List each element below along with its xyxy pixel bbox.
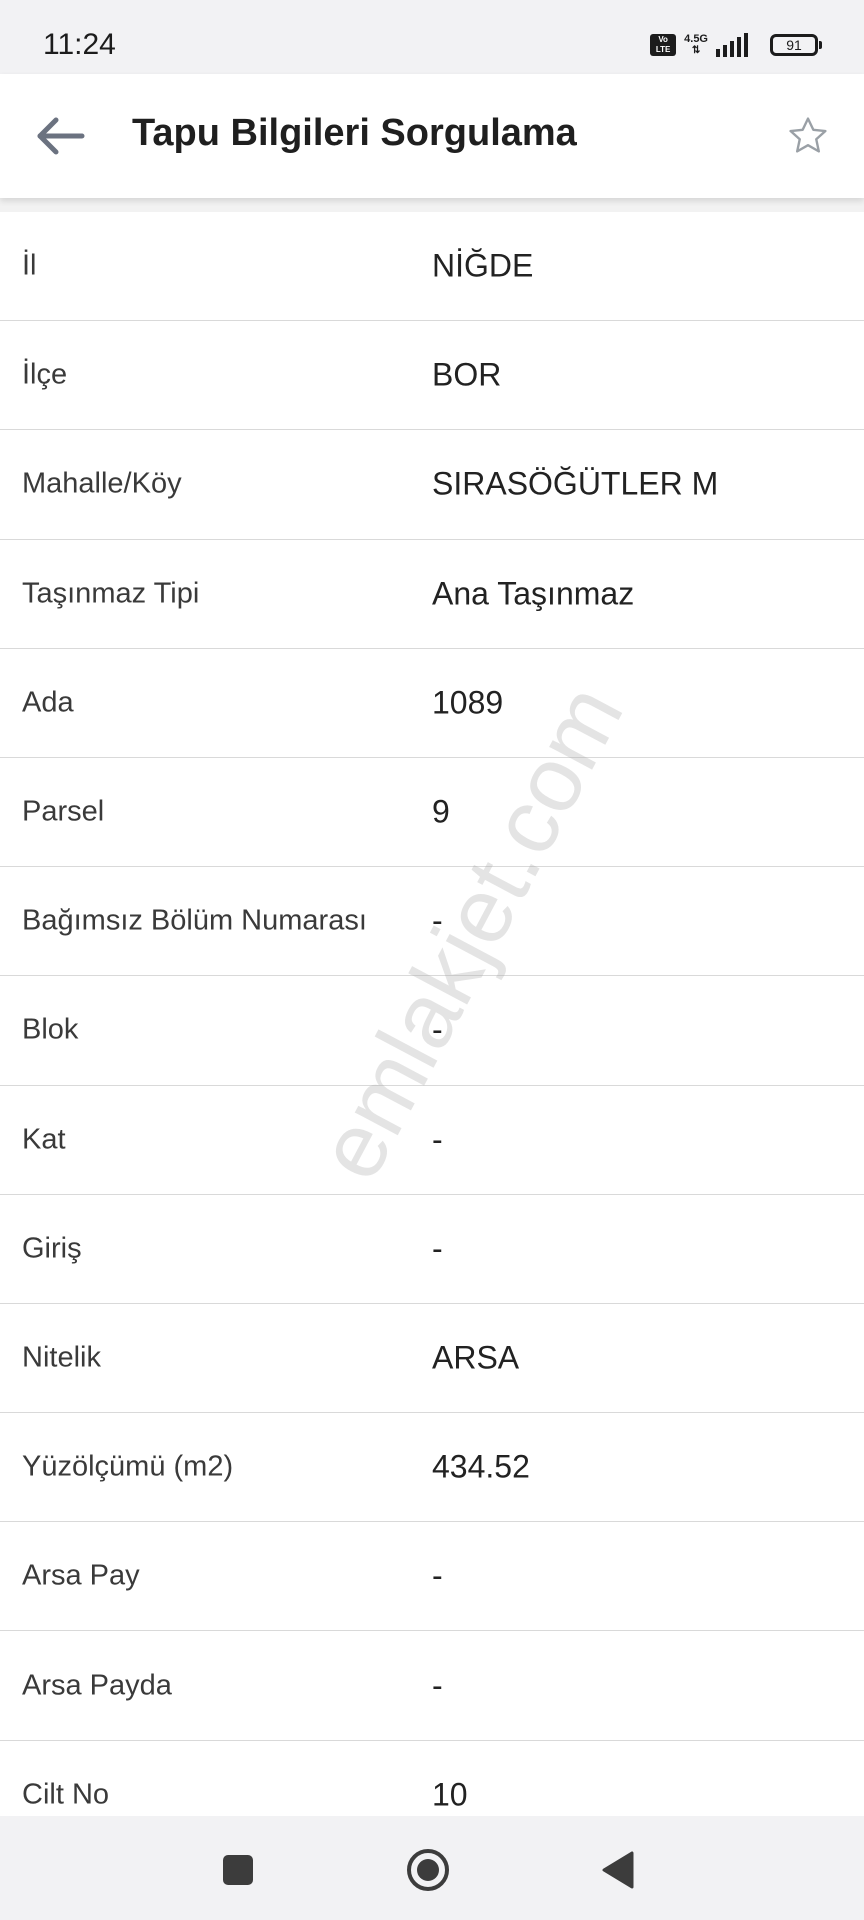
row-value: NİĞDE (432, 247, 534, 284)
row-label: Giriş (22, 1232, 82, 1265)
info-row-ilce: İlçe BOR (0, 321, 864, 431)
row-label: Nitelik (22, 1341, 101, 1374)
volte-bottom-text: LTE (655, 45, 671, 54)
square-icon (223, 1855, 253, 1885)
row-label: İl (22, 249, 37, 282)
page-title: Tapu Bilgileri Sorgulama (132, 112, 577, 154)
info-row-bagimsiz-bolum: Bağımsız Bölüm Numarası - (0, 867, 864, 977)
row-label: Arsa Pay (22, 1559, 140, 1592)
status-icons: Vo LTE 4.5G ⇅ 91 (650, 30, 822, 60)
info-row-arsa-payda: Arsa Payda - (0, 1631, 864, 1741)
row-label: Cilt No (22, 1778, 110, 1811)
data-arrows-icon: ⇅ (691, 45, 701, 56)
circle-home-icon (407, 1849, 449, 1891)
row-value: 1089 (432, 684, 504, 721)
battery-level: 91 (786, 37, 802, 53)
status-time: 11:24 (43, 28, 116, 61)
row-value: 10 (432, 1776, 468, 1813)
nav-back-button[interactable] (590, 1842, 646, 1898)
row-label: Kat (22, 1123, 66, 1156)
system-nav-bar (0, 1816, 864, 1920)
row-label: Ada (22, 686, 74, 719)
star-outline-icon (789, 117, 827, 153)
recents-button[interactable] (210, 1842, 266, 1898)
property-info-list: İl NİĞDE İlçe BOR Mahalle/Köy SIRASÖĞÜTL… (0, 212, 864, 1850)
row-value: - (432, 1667, 443, 1704)
volte-icon: Vo LTE (650, 34, 677, 56)
info-row-blok: Blok - (0, 976, 864, 1086)
info-row-mahalle-koy: Mahalle/Köy SIRASÖĞÜTLER M (0, 430, 864, 540)
row-value: Ana Taşınmaz (432, 575, 635, 612)
status-bar: 11:24 Vo LTE 4.5G ⇅ 91 (0, 0, 864, 74)
row-value: - (432, 1557, 443, 1594)
header-divider (0, 198, 864, 212)
row-label: İlçe (22, 358, 68, 391)
row-label: Arsa Payda (22, 1669, 172, 1702)
info-row-arsa-pay: Arsa Pay - (0, 1522, 864, 1632)
info-row-tasinmaz-tipi: Taşınmaz Tipi Ana Taşınmaz (0, 540, 864, 649)
info-row-giris: Giriş - (0, 1195, 864, 1304)
row-value: - (432, 1121, 443, 1158)
home-button[interactable] (400, 1842, 456, 1898)
info-row-yuzolcumu: Yüzölçümü (m2) 434.52 (0, 1413, 864, 1523)
row-value: ARSA (432, 1339, 520, 1376)
signal-icon (716, 33, 748, 57)
row-value: BOR (432, 356, 502, 393)
app-bar: Tapu Bilgileri Sorgulama (0, 74, 864, 198)
back-button[interactable] (30, 106, 90, 166)
row-label: Yüzölçümü (m2) (22, 1450, 234, 1483)
network-type: 4.5G ⇅ (684, 33, 708, 57)
row-label: Taşınmaz Tipi (22, 577, 200, 610)
info-row-ada: Ada 1089 (0, 649, 864, 758)
row-value: - (432, 902, 443, 939)
arrow-left-icon (37, 117, 85, 155)
battery-icon: 91 (770, 34, 822, 56)
row-value: SIRASÖĞÜTLER M (432, 465, 719, 502)
info-row-il: İl NİĞDE (0, 212, 864, 322)
favorite-button[interactable] (780, 108, 836, 164)
triangle-back-icon (602, 1851, 634, 1889)
row-value: - (432, 1011, 443, 1048)
row-label: Parsel (22, 795, 105, 828)
row-label: Blok (22, 1013, 79, 1046)
row-value: 434.52 (432, 1448, 530, 1485)
row-label: Bağımsız Bölüm Numarası (22, 904, 367, 937)
info-row-nitelik: Nitelik ARSA (0, 1304, 864, 1414)
network-type-label: 4.5G (684, 33, 708, 45)
volte-top-text: Vo (658, 35, 668, 44)
info-row-parsel: Parsel 9 (0, 758, 864, 868)
row-value: - (432, 1230, 443, 1267)
row-label: Mahalle/Köy (22, 467, 182, 500)
row-value: 9 (432, 793, 450, 830)
info-row-kat: Kat - (0, 1086, 864, 1195)
